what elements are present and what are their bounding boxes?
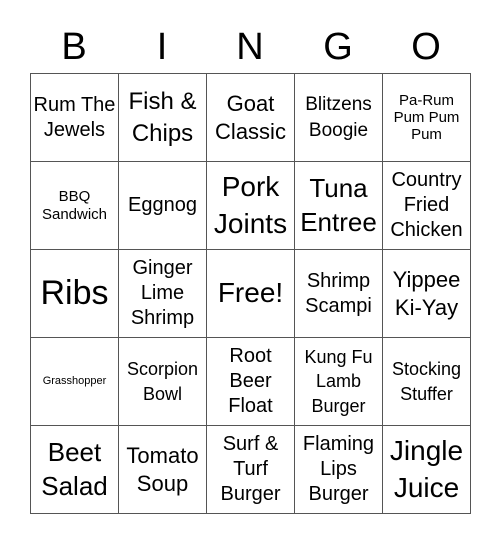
bingo-cell[interactable]: Pork Joints	[207, 162, 295, 250]
bingo-cell[interactable]: Flaming Lips Burger	[295, 426, 383, 514]
bingo-cell[interactable]: BBQ Sandwich	[31, 162, 119, 250]
bingo-cell[interactable]: Stocking Stuffer	[383, 338, 471, 426]
bingo-cell[interactable]: Yippee Ki-Yay	[383, 250, 471, 338]
bingo-cell[interactable]: Tomato Soup	[119, 426, 207, 514]
bingo-cell[interactable]: Shrimp Scampi	[295, 250, 383, 338]
bingo-cell[interactable]: Fish & Chips	[119, 74, 207, 162]
bingo-header: B I N G O	[30, 22, 470, 72]
header-letter-b: B	[61, 26, 87, 68]
bingo-cell[interactable]: Blitzens Boogie	[295, 74, 383, 162]
header-letter-o: O	[411, 26, 441, 68]
bingo-cell[interactable]: Beet Salad	[31, 426, 119, 514]
bingo-cell[interactable]: Grasshopper	[31, 338, 119, 426]
bingo-cell[interactable]: Ribs	[31, 250, 119, 338]
bingo-cell[interactable]: Ginger Lime Shrimp	[119, 250, 207, 338]
header-letter-n: N	[236, 26, 264, 68]
bingo-cell[interactable]: Tuna Entree	[295, 162, 383, 250]
bingo-cell[interactable]: Rum The Jewels	[31, 74, 119, 162]
bingo-cell[interactable]: Scorpion Bowl	[119, 338, 207, 426]
bingo-cell[interactable]: Goat Classic	[207, 74, 295, 162]
bingo-cell[interactable]: Surf & Turf Burger	[207, 426, 295, 514]
bingo-cell[interactable]: Pa-Rum Pum Pum Pum	[383, 74, 471, 162]
bingo-cell[interactable]: Country Fried Chicken	[383, 162, 471, 250]
bingo-cell[interactable]: Jingle Juice	[383, 426, 471, 514]
bingo-cell[interactable]: Root Beer Float	[207, 338, 295, 426]
bingo-card: Rum The Jewels Fish & Chips Goat Classic…	[30, 73, 471, 514]
free-space[interactable]: Free!	[207, 250, 295, 338]
bingo-cell[interactable]: Eggnog	[119, 162, 207, 250]
header-letter-g: G	[323, 26, 353, 68]
bingo-cell[interactable]: Kung Fu Lamb Burger	[295, 338, 383, 426]
header-letter-i: I	[156, 26, 168, 68]
